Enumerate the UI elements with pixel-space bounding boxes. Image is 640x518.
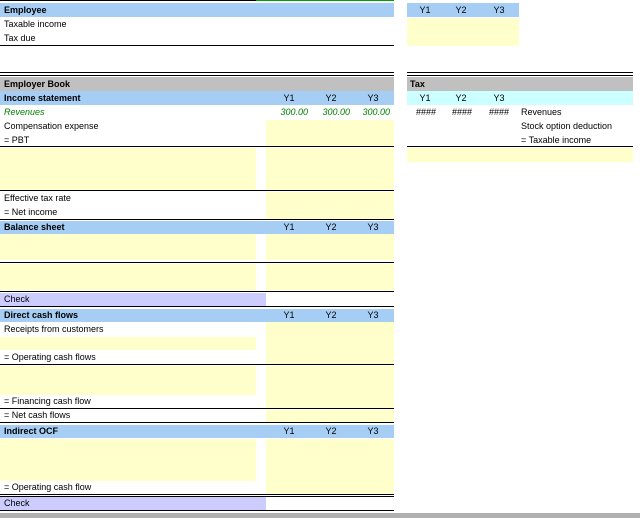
employee-divider <box>0 45 394 46</box>
indirect-value-block[interactable] <box>266 439 394 495</box>
tax-revenues-label: Revenues <box>521 107 562 117</box>
indirect-ocf-title: Indirect OCF <box>4 426 59 436</box>
revenue-y1: 300.00 <box>280 107 308 117</box>
balance-sheet-title: Balance sheet <box>4 222 65 232</box>
tax-year-y3: Y3 <box>493 93 505 103</box>
balance-liabilities-values[interactable] <box>266 264 394 290</box>
tax-title: Tax <box>410 79 425 89</box>
balance-check-label: Check <box>4 294 30 304</box>
employee-year-y1: Y1 <box>419 5 431 15</box>
income-tax-value-block[interactable] <box>266 148 394 190</box>
indirect-year-y1: Y1 <box>283 426 295 436</box>
tax-header <box>407 77 633 91</box>
compensation-expense-cells[interactable] <box>266 120 394 134</box>
operating-cash-flows-label: = Operating cash flows <box>4 352 96 362</box>
balance-assets-values[interactable] <box>266 234 394 260</box>
indirect-label-block[interactable] <box>0 439 256 481</box>
net-cash-flows-label: = Net cash flows <box>4 410 71 420</box>
employee-year-y2: Y2 <box>455 5 467 15</box>
balance-check-bar <box>0 293 266 306</box>
indirect-operating-cash-flow-label: = Operating cash flow <box>4 482 92 492</box>
direct-year-y1: Y1 <box>283 310 295 320</box>
net-cash-flows-cells[interactable] <box>266 410 394 422</box>
direct-cash-flows-title: Direct cash flows <box>4 310 79 320</box>
tax-years-header <box>407 91 633 105</box>
revenues-label: Revenues <box>4 107 45 117</box>
income-tax-label-block[interactable] <box>0 148 256 190</box>
balance-liabilities-labels[interactable] <box>0 264 256 290</box>
financing-value-block[interactable] <box>266 366 394 408</box>
balance-year-y2: Y2 <box>325 222 337 232</box>
net-income-cells[interactable] <box>266 206 394 219</box>
tax-revenue-y1: #### <box>415 107 437 117</box>
balance-year-y1: Y1 <box>283 222 295 232</box>
income-year-y2: Y2 <box>325 93 337 103</box>
indirect-check-label: Check <box>4 498 30 508</box>
pbt-cells[interactable] <box>266 134 394 146</box>
revenue-y3: 300.00 <box>362 107 390 117</box>
tax-input-row[interactable] <box>407 148 633 162</box>
balance-year-y3: Y3 <box>367 222 379 232</box>
employee-taxable-income-label: Taxable income <box>4 19 67 29</box>
compensation-expense-label: Compensation expense <box>4 121 99 131</box>
bottom-scrollbar-edge[interactable] <box>0 513 640 518</box>
tax-year-y2: Y2 <box>455 93 467 103</box>
revenue-y2: 300.00 <box>322 107 350 117</box>
financing-cash-flow-label: = Financing cash flow <box>4 396 91 406</box>
direct-year-y3: Y3 <box>367 310 379 320</box>
employee-title: Employee <box>4 5 47 15</box>
employee-year-y3: Y3 <box>493 5 505 15</box>
effective-tax-rate-label: Effective tax rate <box>4 193 71 203</box>
direct-year-y2: Y2 <box>325 310 337 320</box>
indirect-year-y2: Y2 <box>325 426 337 436</box>
indirect-check-bar <box>0 497 266 510</box>
tax-year-y1: Y1 <box>419 93 431 103</box>
tax-stock-option-deduction-label: Stock option deduction <box>521 121 613 131</box>
balance-assets-labels[interactable] <box>0 234 256 260</box>
direct-operating-values[interactable] <box>266 322 394 364</box>
tax-revenue-y3: #### <box>488 107 510 117</box>
income-statement-title: Income statement <box>4 93 81 103</box>
income-year-y1: Y1 <box>283 93 295 103</box>
employee-input-cells[interactable] <box>407 18 519 46</box>
income-year-y3: Y3 <box>367 93 379 103</box>
indirect-year-y3: Y3 <box>367 426 379 436</box>
receipts-label-extra[interactable] <box>0 337 256 350</box>
net-income-label: = Net income <box>4 207 58 217</box>
employee-tax-due-label: Tax due <box>4 33 36 43</box>
receipts-label: Receipts from customers <box>4 324 104 334</box>
employer-book-title: Employer Book <box>4 79 71 89</box>
financing-label-block[interactable] <box>0 366 256 395</box>
tax-revenue-y2: #### <box>451 107 473 117</box>
employee-header <box>0 3 394 17</box>
effective-tax-rate-cells[interactable] <box>266 192 394 206</box>
